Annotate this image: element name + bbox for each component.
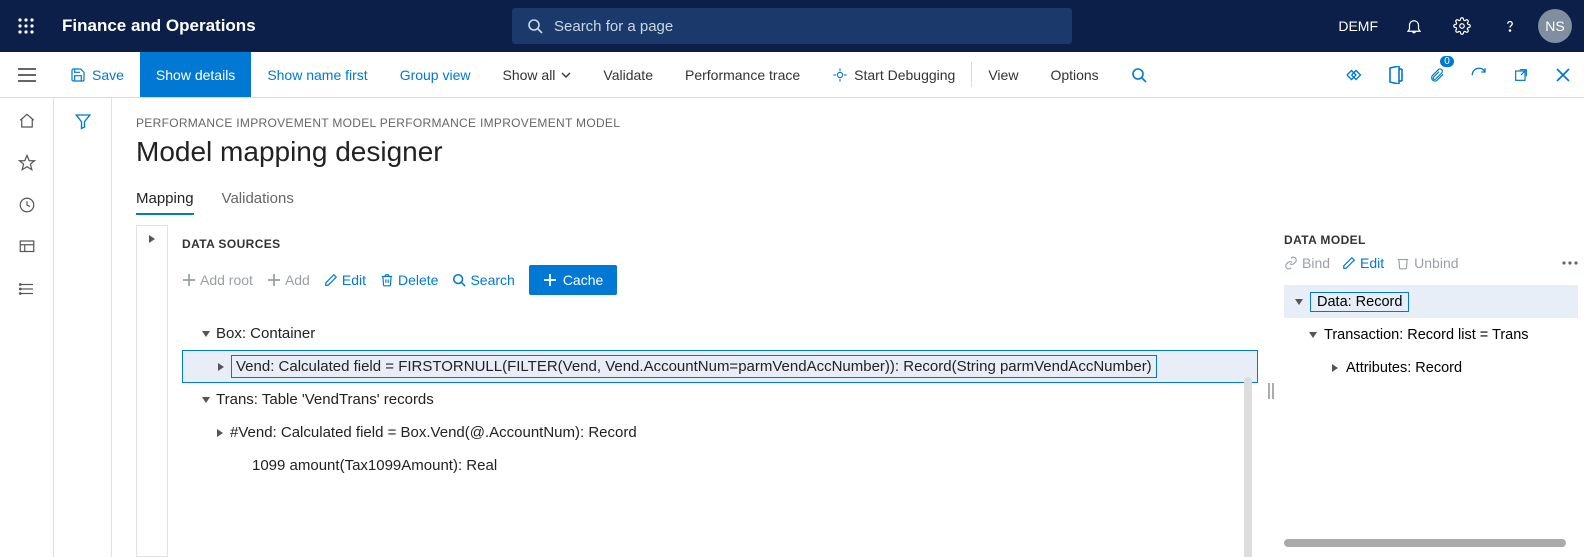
validate-button[interactable]: Validate: [587, 52, 669, 97]
edit-button[interactable]: Edit: [324, 272, 366, 288]
dm-more-icon[interactable]: [1562, 261, 1578, 265]
tab-mapping[interactable]: Mapping: [136, 190, 194, 215]
modules-icon[interactable]: [18, 280, 36, 298]
breadcrumb: PERFORMANCE IMPROVEMENT MODEL PERFORMANC…: [136, 116, 1584, 130]
ds-types-collapse[interactable]: [136, 225, 168, 557]
page-title: Model mapping designer: [136, 136, 1584, 168]
brand-title: Finance and Operations: [52, 16, 256, 36]
view-menu[interactable]: View: [972, 52, 1034, 97]
attachments-icon[interactable]: 0: [1416, 52, 1458, 98]
office-icon[interactable]: [1374, 52, 1416, 98]
help-icon[interactable]: [1490, 0, 1530, 52]
global-search[interactable]: Search for a page: [512, 8, 1072, 44]
ds-scrollbar[interactable]: [1244, 377, 1252, 557]
app-launcher-icon[interactable]: [0, 0, 52, 52]
show-details-button[interactable]: Show details: [140, 52, 251, 97]
search-placeholder: Search for a page: [554, 18, 673, 35]
tree-node-vend[interactable]: Vend: Calculated field = FIRSTORNULL(FIL…: [182, 350, 1258, 383]
recent-icon[interactable]: [18, 196, 36, 214]
dm-heading: DATA MODEL: [1284, 233, 1578, 247]
left-rail: [0, 98, 54, 557]
delete-button[interactable]: Delete: [380, 272, 438, 288]
workspaces-icon[interactable]: [18, 238, 36, 256]
dm-scrollbar[interactable]: [1284, 539, 1566, 547]
data-sources-tree: Box: Container Vend: Calculated field = …: [182, 317, 1258, 482]
trash-icon: [380, 273, 394, 287]
chevron-down-icon[interactable]: [196, 329, 216, 339]
options-menu[interactable]: Options: [1034, 52, 1114, 97]
performance-trace-button[interactable]: Performance trace: [669, 52, 816, 97]
chevron-down-icon: [561, 70, 571, 80]
group-view-button[interactable]: Group view: [384, 52, 487, 97]
dm-node-transaction[interactable]: Transaction: Record list = Trans: [1284, 318, 1578, 351]
chevron-right-icon[interactable]: [210, 428, 230, 438]
bind-button: Bind: [1284, 255, 1330, 271]
cache-button[interactable]: Cache: [529, 265, 617, 295]
close-icon[interactable]: [1542, 52, 1584, 98]
search-icon: [452, 273, 466, 287]
company-code[interactable]: DEMF: [1330, 18, 1386, 34]
pencil-icon: [324, 273, 338, 287]
chevron-down-icon[interactable]: [1302, 330, 1324, 340]
show-name-first-button[interactable]: Show name first: [251, 52, 383, 97]
dm-edit-button[interactable]: Edit: [1342, 255, 1384, 271]
top-navbar: Finance and Operations Search for a page…: [0, 0, 1584, 52]
trash-icon: [1396, 256, 1410, 270]
action-bar: Save Show details Show name first Group …: [0, 52, 1584, 98]
link-icon: [1284, 256, 1298, 270]
show-all-dropdown[interactable]: Show all: [487, 52, 588, 97]
start-debugging-button[interactable]: Start Debugging: [816, 52, 971, 97]
data-model-tree: Data: Record Transaction: Record list = …: [1284, 285, 1578, 384]
user-avatar[interactable]: NS: [1538, 9, 1572, 43]
attachments-badge: 0: [1440, 56, 1454, 67]
tree-node-trans[interactable]: Trans: Table 'VendTrans' records: [182, 383, 1258, 416]
plus-icon: [543, 273, 557, 287]
popout-icon[interactable]: [1500, 52, 1542, 98]
save-icon: [70, 67, 86, 83]
splitter-handle[interactable]: [1258, 225, 1284, 557]
filter-column: [54, 98, 112, 557]
tab-validations[interactable]: Validations: [222, 190, 294, 215]
plus-icon: [267, 273, 281, 287]
refresh-icon[interactable]: [1458, 52, 1500, 98]
plus-icon: [182, 273, 196, 287]
chevron-right-icon[interactable]: [1324, 363, 1346, 373]
debug-icon: [832, 67, 848, 83]
unbind-button: Unbind: [1396, 255, 1458, 271]
chevron-right-icon[interactable]: [211, 362, 231, 372]
notifications-icon[interactable]: [1394, 0, 1434, 52]
action-search-icon[interactable]: [1115, 52, 1163, 97]
ds-heading: DATA SOURCES: [182, 237, 1258, 251]
save-button[interactable]: Save: [54, 52, 140, 97]
home-icon[interactable]: [18, 112, 36, 130]
dm-node-data[interactable]: Data: Record: [1284, 285, 1578, 318]
add-root-button: Add root: [182, 272, 253, 288]
search-button[interactable]: Search: [452, 272, 514, 288]
tree-node-hashvend[interactable]: #Vend: Calculated field = Box.Vend(@.Acc…: [182, 416, 1258, 449]
chevron-down-icon[interactable]: [196, 395, 216, 405]
dm-node-attributes[interactable]: Attributes: Record: [1284, 351, 1578, 384]
link-icon[interactable]: [1332, 52, 1374, 98]
filter-icon[interactable]: [74, 112, 92, 557]
add-button: Add: [267, 272, 310, 288]
tree-node-1099[interactable]: 1099 amount(Tax1099Amount): Real: [182, 449, 1258, 482]
favorites-icon[interactable]: [18, 154, 36, 172]
tree-node-box[interactable]: Box: Container: [182, 317, 1258, 350]
chevron-down-icon[interactable]: [1288, 297, 1310, 307]
search-icon: [526, 18, 544, 34]
pencil-icon: [1342, 256, 1356, 270]
hamburger-icon[interactable]: [0, 52, 54, 97]
settings-icon[interactable]: [1442, 0, 1482, 52]
